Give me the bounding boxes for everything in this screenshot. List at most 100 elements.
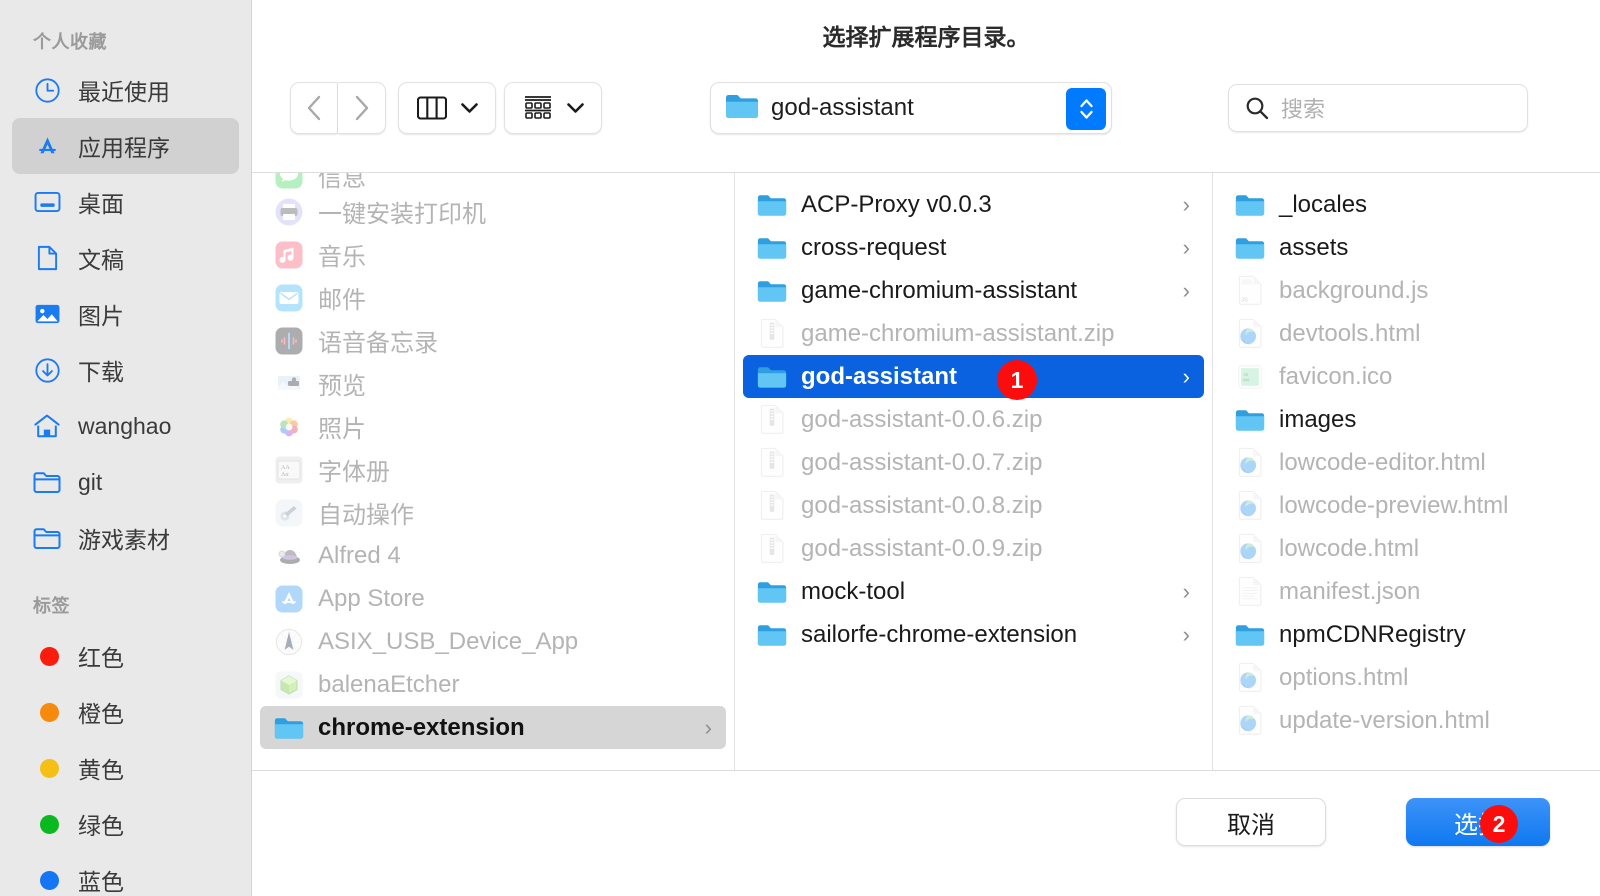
html-file-icon bbox=[1235, 448, 1265, 478]
sidebar-item-[interactable]: 黄色 bbox=[12, 740, 239, 796]
file-row[interactable]: 邮件 bbox=[260, 276, 726, 319]
file-row[interactable]: ACP-Proxy v0.0.3› bbox=[743, 183, 1204, 226]
search-placeholder: 搜索 bbox=[1281, 92, 1325, 124]
file-row[interactable]: lowcode.html bbox=[1221, 527, 1592, 570]
path-popup-label: god-assistant bbox=[771, 94, 914, 122]
html-file-icon bbox=[1237, 490, 1263, 521]
file-row-label: sailorfe-chrome-extension bbox=[801, 621, 1077, 649]
forward-button[interactable] bbox=[338, 82, 386, 134]
sidebar-item-git[interactable]: git bbox=[12, 454, 239, 510]
sidebar-item-[interactable]: 游戏素材 bbox=[12, 510, 239, 566]
chevron-right-icon: › bbox=[1183, 237, 1190, 259]
search-field[interactable]: 搜索 bbox=[1228, 84, 1528, 132]
file-row[interactable]: devtools.html bbox=[1221, 312, 1592, 355]
file-row[interactable]: god-assistant-0.0.9.zip bbox=[743, 527, 1204, 570]
asix-app-icon bbox=[275, 628, 303, 656]
file-row[interactable]: god-assistant-0.0.6.zip bbox=[743, 398, 1204, 441]
sidebar-item-[interactable]: 桌面 bbox=[12, 174, 239, 230]
file-row[interactable]: god-assistant› bbox=[743, 355, 1204, 398]
file-row[interactable]: lowcode-editor.html bbox=[1221, 441, 1592, 484]
folder-icon bbox=[33, 471, 61, 494]
sidebar-item-[interactable]: 橙色 bbox=[12, 684, 239, 740]
file-row[interactable]: AAAα字体册 bbox=[260, 448, 726, 491]
html-file-icon bbox=[1237, 533, 1263, 564]
sidebar-item-[interactable]: 图片 bbox=[12, 286, 239, 342]
html-file-icon bbox=[1237, 705, 1263, 736]
file-row[interactable]: balenaEtcher bbox=[260, 663, 726, 706]
sidebar-item-[interactable]: 绿色 bbox=[12, 796, 239, 852]
view-mode-button[interactable] bbox=[398, 82, 496, 134]
step-badge-1: 1 bbox=[997, 360, 1037, 400]
picture-icon bbox=[32, 299, 62, 329]
file-row[interactable]: images bbox=[1221, 398, 1592, 441]
search-icon bbox=[1245, 96, 1269, 120]
group-by-button[interactable] bbox=[504, 82, 602, 134]
file-row[interactable]: npmCDNRegistry bbox=[1221, 613, 1592, 656]
file-row[interactable]: 预览 bbox=[260, 362, 726, 405]
file-row[interactable]: App Store bbox=[260, 577, 726, 620]
path-popup-button[interactable]: god-assistant bbox=[710, 82, 1112, 134]
file-row[interactable]: god-assistant-0.0.7.zip bbox=[743, 441, 1204, 484]
cancel-button[interactable]: 取消 bbox=[1176, 798, 1326, 846]
file-row-label: game-chromium-assistant.zip bbox=[801, 320, 1114, 348]
sidebar-item-[interactable]: 蓝色 bbox=[12, 852, 239, 896]
file-row[interactable]: 自动操作 bbox=[260, 491, 726, 534]
clock-icon bbox=[32, 75, 62, 105]
file-row[interactable]: 一键安装打印机 bbox=[260, 190, 726, 233]
file-row[interactable]: game-chromium-assistant.zip bbox=[743, 312, 1204, 355]
file-row[interactable]: options.html bbox=[1221, 656, 1592, 699]
sidebar-item-[interactable]: 应用程序 bbox=[12, 118, 239, 174]
file-row[interactable]: ASIX_USB_Device_App bbox=[260, 620, 726, 663]
file-row[interactable]: cross-request› bbox=[743, 226, 1204, 269]
file-row[interactable]: Alfred 4 bbox=[260, 534, 726, 577]
sidebar-item-label: 下载 bbox=[78, 353, 124, 387]
blue-dot-icon bbox=[32, 865, 62, 895]
folder-icon bbox=[1235, 622, 1265, 648]
file-row[interactable]: 信息 bbox=[260, 173, 726, 190]
file-row-label: 照片 bbox=[318, 409, 366, 444]
sidebar-item-wanghao[interactable]: wanghao bbox=[12, 398, 239, 454]
yellow-dot-icon bbox=[40, 759, 59, 778]
file-row[interactable]: game-chromium-assistant› bbox=[743, 269, 1204, 312]
file-row[interactable]: mock-tool› bbox=[743, 570, 1204, 613]
file-row-label: chrome-extension bbox=[318, 714, 525, 742]
file-row[interactable]: god-assistant-0.0.8.zip bbox=[743, 484, 1204, 527]
folder-icon bbox=[757, 235, 787, 261]
file-row-label: 预览 bbox=[318, 366, 366, 401]
zip-file-icon bbox=[757, 534, 787, 564]
chrome-extension-column[interactable]: ACP-Proxy v0.0.3›cross-request›game-chro… bbox=[735, 173, 1213, 770]
path-stepper[interactable] bbox=[1066, 88, 1106, 130]
file-row-label: options.html bbox=[1279, 664, 1408, 692]
file-row[interactable]: lowcode-preview.html bbox=[1221, 484, 1592, 527]
file-row[interactable]: update-version.html bbox=[1221, 699, 1592, 742]
mail-app-icon bbox=[275, 284, 303, 312]
file-row[interactable]: chrome-extension› bbox=[260, 706, 726, 749]
html-file-icon bbox=[1237, 447, 1263, 478]
applications-column[interactable]: 信息一键安装打印机音乐邮件语音备忘录预览照片 AAAα字体册自动操作Alfred … bbox=[252, 173, 735, 770]
file-row[interactable]: manifest.json bbox=[1221, 570, 1592, 613]
file-row[interactable]: JS###favicon.ico bbox=[1221, 355, 1592, 398]
file-row[interactable]: _locales bbox=[1221, 183, 1592, 226]
chevron-right-icon: › bbox=[1183, 366, 1190, 388]
sidebar-item-[interactable]: 文稿 bbox=[12, 230, 239, 286]
file-row[interactable]: 照片 bbox=[260, 405, 726, 448]
file-row[interactable]: 音乐 bbox=[260, 233, 726, 276]
sidebar-item-[interactable]: 最近使用 bbox=[12, 62, 239, 118]
folder-icon bbox=[1235, 407, 1265, 433]
god-assistant-column[interactable]: _localesassetsJSbackground.jsdevtools.ht… bbox=[1213, 173, 1600, 770]
back-button[interactable] bbox=[290, 82, 338, 134]
folder-icon bbox=[1235, 233, 1265, 263]
file-row[interactable]: sailorfe-chrome-extension› bbox=[743, 613, 1204, 656]
folder-icon bbox=[1235, 192, 1265, 218]
sidebar-item-[interactable]: 红色 bbox=[12, 628, 239, 684]
file-row-label: 一键安装打印机 bbox=[318, 194, 486, 229]
sidebar-item-label: 桌面 bbox=[78, 185, 124, 219]
file-row[interactable]: JSbackground.js bbox=[1221, 269, 1592, 312]
file-row[interactable]: assets bbox=[1221, 226, 1592, 269]
file-row[interactable]: 语音备忘录 bbox=[260, 319, 726, 362]
sidebar-item-[interactable]: 下载 bbox=[12, 342, 239, 398]
zip-file-icon bbox=[759, 318, 785, 349]
choose-button[interactable]: 选择 bbox=[1406, 798, 1550, 846]
svg-text:JS: JS bbox=[1241, 297, 1248, 303]
file-row-label: balenaEtcher bbox=[318, 671, 459, 699]
